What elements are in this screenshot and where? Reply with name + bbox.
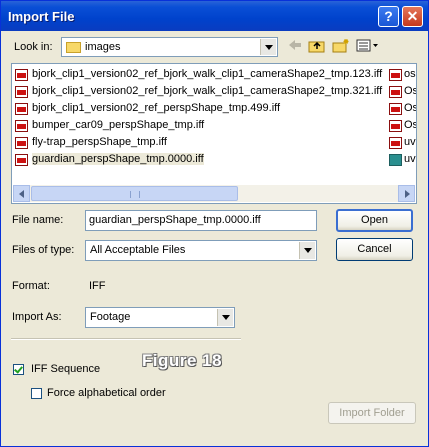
open-button[interactable]: Open [336,209,413,232]
file-name: bjork_clip1_version02_ref_perspShape_tmp… [32,102,281,114]
cancel-button[interactable]: Cancel [336,238,413,261]
import-file-dialog: Import File ? ✕ Look in: images bjork_cl… [0,0,429,447]
window-title: Import File [8,9,75,24]
file-name: bumper_car09_perspShape_tmp.iff [32,119,205,131]
format-value: IFF [89,280,106,292]
import-as-label: Import As: [12,311,62,323]
view-menu-icon[interactable] [356,38,380,54]
file-name: Os [404,119,417,131]
folder-icon [66,42,81,53]
file-type-value: All Acceptable Files [90,244,186,256]
iff-file-icon [389,103,402,115]
iff-file-icon [15,86,28,98]
look-in-label: Look in: [14,41,53,53]
help-button[interactable]: ? [378,6,399,27]
file-name: bjork_clip1_version02_ref_bjork_walk_cli… [32,68,383,80]
file-name: guardian_perspShape_tmp.0000.iff [32,153,204,165]
iff-file-icon [15,137,28,149]
figure-caption: Figure 18 [142,351,223,370]
scroll-right-icon[interactable] [398,185,415,202]
iff-file-icon [15,120,28,132]
chevron-down-icon[interactable] [217,309,233,326]
scrollbar-thumb[interactable] [31,186,238,201]
horizontal-scrollbar[interactable] [13,185,415,202]
force-alphabetical-label[interactable]: Force alphabetical order [47,387,166,399]
grip-icon [130,191,140,198]
uv-file-icon [389,154,402,166]
file-name: bjork_clip1_version02_ref_bjork_walk_cli… [32,85,383,97]
file-type-dropdown[interactable]: All Acceptable Files [85,240,317,261]
file-name: fly-trap_perspShape_tmp.iff [32,136,167,148]
chevron-down-icon[interactable] [299,242,315,259]
up-folder-icon[interactable] [308,38,326,54]
file-name: uv [404,136,416,148]
iff-sequence-checkbox[interactable] [13,364,24,375]
force-alphabetical-checkbox[interactable] [31,388,42,399]
iff-file-icon [389,69,402,81]
file-name-field[interactable]: guardian_perspShape_tmp.0000.iff [85,210,317,231]
close-button[interactable]: ✕ [402,6,423,27]
scroll-left-icon[interactable] [13,185,30,202]
back-arrow-icon[interactable] [286,38,304,54]
divider [11,338,241,340]
import-as-dropdown[interactable]: Footage [85,307,235,328]
file-name: uv [404,153,416,165]
iff-sequence-label[interactable]: IFF Sequence [31,363,100,375]
import-folder-button[interactable]: Import Folder [328,402,416,424]
iff-file-icon [389,120,402,132]
iff-file-icon [389,137,402,149]
file-name: Os [404,85,417,97]
new-folder-icon[interactable] [332,38,350,54]
look-in-value: images [85,41,121,53]
iff-file-icon [15,154,28,166]
file-type-label: Files of type: [12,244,75,256]
iff-file-icon [389,86,402,98]
look-in-dropdown[interactable]: images [61,37,278,57]
import-as-value: Footage [90,311,131,323]
file-list[interactable]: bjork_clip1_version02_ref_bjork_walk_cli… [11,63,417,204]
file-name-label: File name: [12,214,64,226]
file-name: osc [404,68,416,80]
iff-file-icon [15,103,28,115]
file-name: Os [404,102,417,114]
format-label: Format: [12,280,50,292]
title-bar[interactable]: Import File ? ✕ [1,1,428,31]
chevron-down-icon[interactable] [260,39,276,55]
file-name-value: guardian_perspShape_tmp.0000.iff [89,214,261,226]
iff-file-icon [15,69,28,81]
